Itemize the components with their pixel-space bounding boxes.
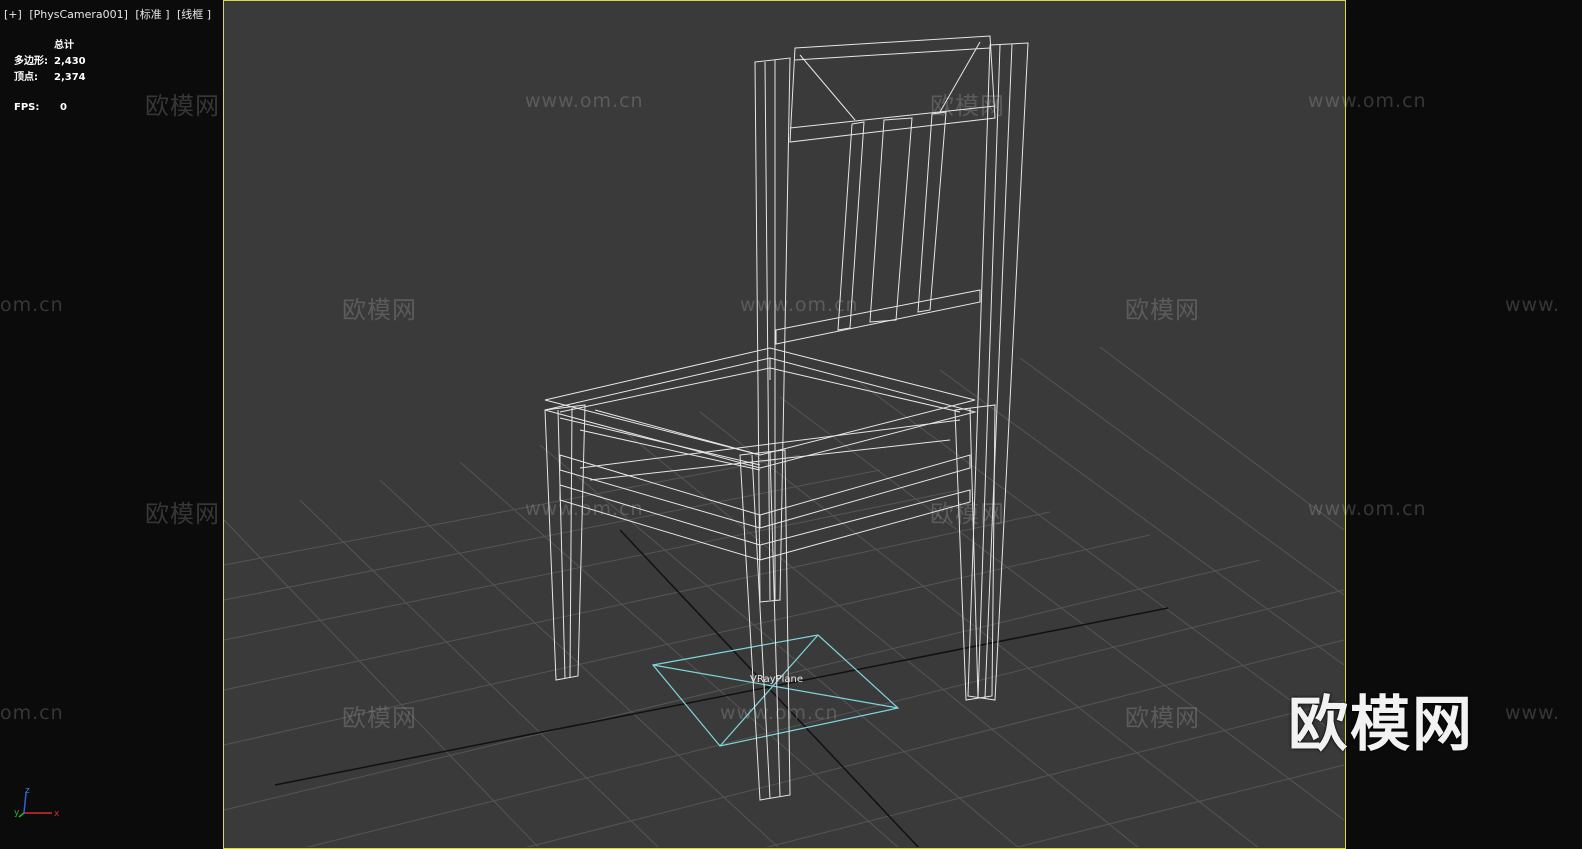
gizmo-z-label: z [25,786,30,796]
watermark-url: www.om.cn [525,90,644,112]
watermark-url: www.om.cn [740,294,859,316]
vray-plane-label: VRayPlane [750,674,803,685]
gizmo-x-label: x [54,809,60,819]
watermark-url: www.om.cn [1308,90,1427,112]
axis-gizmo-icon: x z y [14,786,60,819]
watermark-url: om.cn [0,294,64,316]
ground-grid [224,346,1344,847]
watermark-cn: 欧模网 [145,500,220,528]
chair-wireframe[interactable] [544,35,1029,801]
watermark-cn: 欧模网 [145,92,220,120]
watermark-cn: 欧模网 [930,500,1005,528]
gizmo-y-label: y [14,808,20,818]
watermark-cn: 欧模网 [1125,296,1200,324]
watermark-url: www.om.cn [1308,498,1427,520]
watermark-cn: 欧模网 [1125,704,1200,732]
watermark-cn: 欧模网 [930,92,1005,120]
brand-logo: 欧模网 [1288,690,1474,760]
watermark-url: www.om.cn [720,702,839,724]
watermark-url: www.om.cn [525,498,644,520]
watermark-cn: 欧模网 [342,296,417,324]
watermark-url: om.cn [0,702,64,724]
watermark-cn: 欧模网 [342,704,417,732]
watermark-url: www. [1505,702,1560,724]
watermark-url: www. [1505,294,1560,316]
